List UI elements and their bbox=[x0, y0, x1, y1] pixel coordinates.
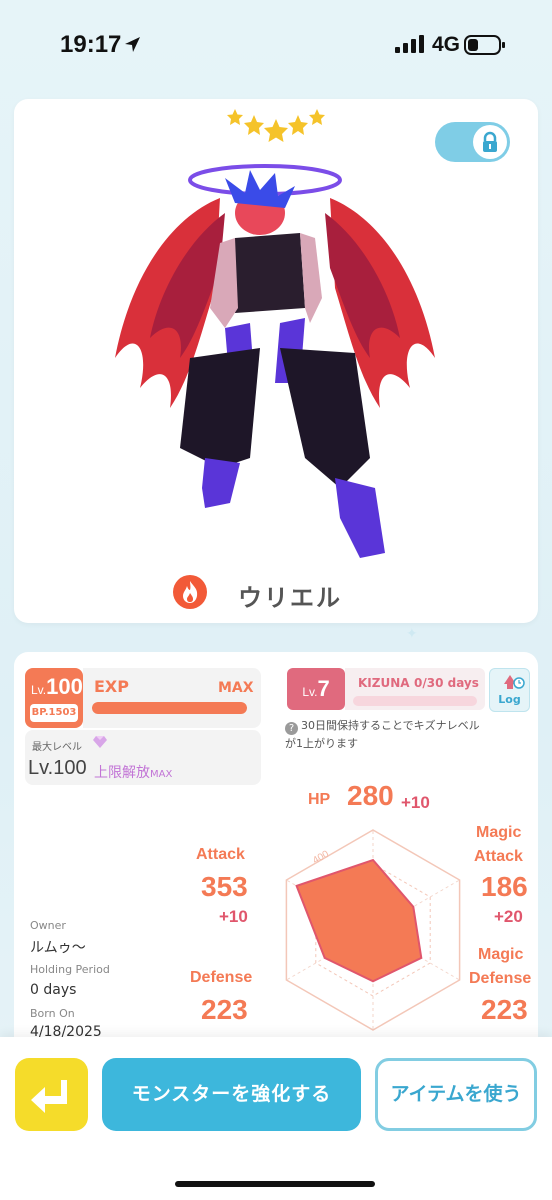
stats-radar-chart: 400 bbox=[285, 829, 461, 1031]
kizuna-label: KIZUNA bbox=[358, 676, 410, 690]
kizuna-progress-bar bbox=[353, 696, 477, 706]
magic-attack-label-2: Attack bbox=[474, 848, 523, 865]
defense-label: Defense bbox=[190, 969, 253, 986]
magic-attack-bonus: +20 bbox=[494, 907, 523, 926]
level-value: Lv.100 bbox=[31, 674, 83, 699]
attack-value: 353 bbox=[201, 871, 248, 902]
magic-defense-label-2: Defense bbox=[469, 970, 532, 987]
exp-label: EXP bbox=[94, 677, 129, 696]
back-button[interactable] bbox=[15, 1058, 88, 1131]
battery-icon bbox=[464, 35, 505, 55]
owner-label: Owner bbox=[30, 919, 66, 932]
magic-defense-label-1: Magic bbox=[478, 946, 524, 963]
log-button[interactable]: Log bbox=[489, 668, 530, 712]
bp-value: BP.1503 bbox=[30, 704, 78, 722]
limit-break-status: 上限解放MAX bbox=[94, 765, 173, 781]
exp-progress-bar bbox=[92, 702, 247, 714]
status-bar: 19:17 4G bbox=[0, 0, 552, 92]
lock-toggle[interactable] bbox=[435, 122, 510, 162]
sparkle-icon: ✦ bbox=[406, 626, 418, 642]
use-item-button[interactable]: アイテムを使う bbox=[375, 1058, 537, 1131]
magic-attack-value: 186 bbox=[481, 871, 528, 902]
lock-toggle-knob bbox=[473, 125, 507, 159]
fire-icon bbox=[173, 575, 207, 609]
power-up-monster-button[interactable]: モンスターを強化する bbox=[102, 1058, 361, 1131]
holding-period-label: Holding Period bbox=[30, 963, 110, 976]
magic-defense-value: 223 bbox=[481, 994, 528, 1025]
return-arrow-icon bbox=[31, 1080, 67, 1113]
hp-label: HP bbox=[308, 791, 331, 808]
owner-value: ルムゥ〜 bbox=[30, 940, 86, 956]
hp-value: 280 bbox=[347, 780, 394, 811]
radar-scale-label: 400 bbox=[311, 849, 331, 867]
network-type: 4G bbox=[432, 33, 461, 56]
star-icon bbox=[264, 119, 288, 142]
kizuna-note: ? 30日間保持することでキズナレベルが1上がります bbox=[285, 719, 480, 750]
holding-period-value: 0 days bbox=[30, 982, 77, 998]
star-icon bbox=[288, 115, 308, 135]
lock-icon bbox=[483, 131, 497, 152]
exp-progress-fill bbox=[92, 702, 247, 714]
level-badge: Lv.100 BP.1503 bbox=[25, 668, 83, 728]
status-time: 19:17 bbox=[60, 31, 122, 58]
defense-value: 223 bbox=[201, 994, 248, 1025]
gem-icon bbox=[93, 736, 107, 748]
monster-name: ウリエル bbox=[238, 584, 342, 612]
star-icon bbox=[244, 115, 264, 135]
max-level-label: 最大レベル bbox=[32, 742, 82, 753]
kizuna-level-badge: Lv.7 bbox=[287, 668, 345, 710]
signal-icon bbox=[395, 35, 424, 53]
log-label: Log bbox=[498, 693, 521, 706]
star-icon bbox=[309, 109, 325, 125]
star-rating bbox=[227, 109, 325, 142]
attack-label: Attack bbox=[196, 846, 245, 863]
home-indicator bbox=[175, 1181, 375, 1187]
star-icon bbox=[227, 109, 243, 125]
log-icon bbox=[504, 675, 525, 689]
help-icon[interactable]: ? bbox=[285, 722, 298, 735]
magic-attack-label-1: Magic bbox=[476, 824, 522, 841]
exp-max-label: MAX bbox=[218, 680, 254, 696]
location-arrow-icon bbox=[125, 37, 140, 52]
born-on-label: Born On bbox=[30, 1007, 75, 1020]
kizuna-days: 0/30 days bbox=[414, 676, 479, 690]
hp-bonus: +10 bbox=[401, 793, 430, 812]
monster-image bbox=[115, 164, 435, 558]
attack-bonus: +10 bbox=[219, 907, 248, 926]
max-level-value: Lv.100 bbox=[28, 757, 87, 779]
